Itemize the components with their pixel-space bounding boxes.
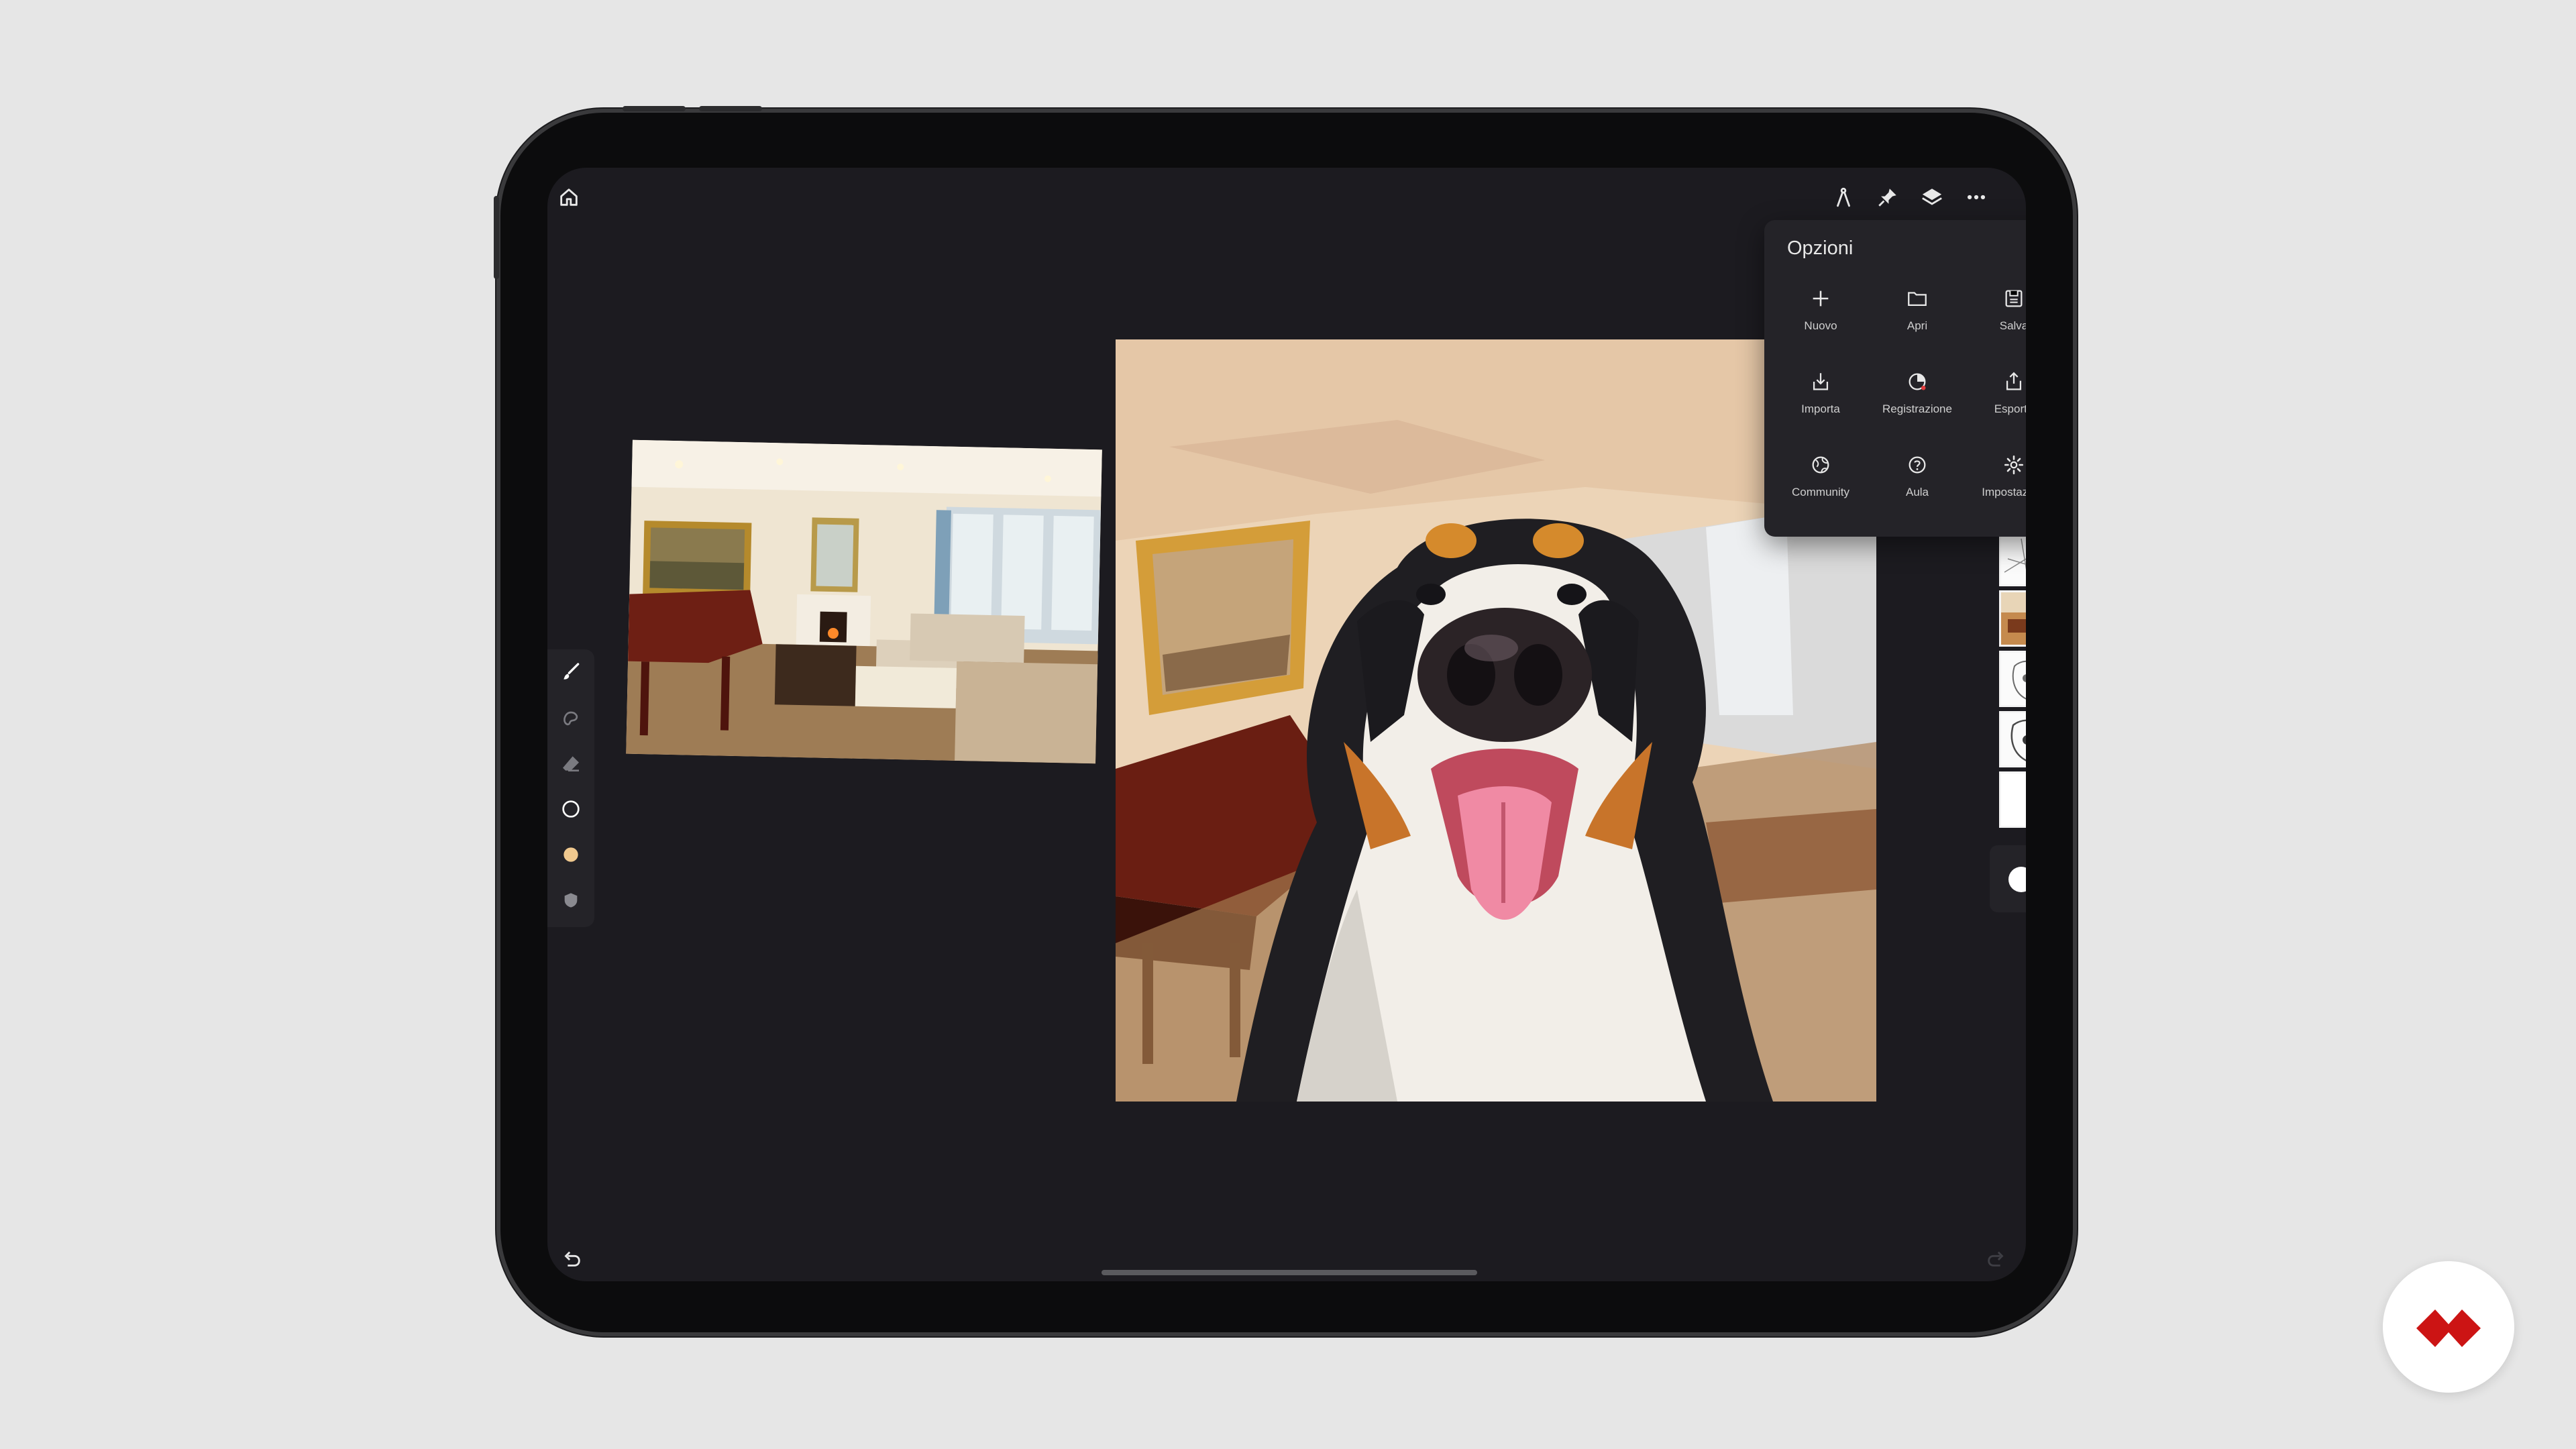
circle-tool-icon[interactable] — [556, 794, 586, 824]
ipad-frame: Opzioni Nuovo Apri Salva Importa Registr… — [494, 106, 2077, 1336]
layers-icon[interactable] — [1917, 182, 1947, 212]
folder-icon — [1908, 292, 1927, 307]
undo-icon[interactable] — [557, 1245, 586, 1275]
pin-icon[interactable] — [1873, 182, 1902, 212]
menu-item-importa[interactable]: Importa — [1774, 368, 1868, 437]
layer-thumb[interactable] — [1999, 530, 2026, 586]
options-menu: Opzioni Nuovo Apri Salva Importa Registr… — [1764, 220, 2026, 537]
import-icon — [1813, 373, 1829, 390]
menu-item-label: Importa — [1801, 402, 1840, 415]
volume-button — [699, 106, 762, 111]
menu-item-community[interactable]: Community — [1774, 451, 1868, 521]
export-icon — [2006, 372, 2022, 390]
redo-icon[interactable] — [1982, 1245, 2011, 1275]
left-toolbar — [547, 649, 594, 927]
app-screen: Opzioni Nuovo Apri Salva Importa Registr… — [547, 168, 2026, 1281]
menu-item-label: Registrazione — [1882, 402, 1952, 415]
layer-thumb[interactable] — [1999, 651, 2026, 707]
eraser-icon[interactable] — [556, 749, 586, 778]
home-icon[interactable] — [554, 182, 584, 212]
menu-item-label: Nuovo — [1804, 319, 1837, 332]
menu-item-label: Esporta — [1994, 402, 2026, 415]
brush-icon[interactable] — [556, 657, 586, 687]
options-menu-title: Opzioni — [1787, 237, 1854, 259]
layer-thumb[interactable] — [1999, 590, 2026, 647]
menu-item-apri[interactable]: Apri — [1870, 284, 1964, 354]
plus-icon — [1813, 290, 1829, 307]
menu-item-registrazione[interactable]: Registrazione — [1870, 368, 1964, 437]
menu-item-label: Aula — [1905, 486, 1929, 498]
menu-item-label: Salva — [1999, 319, 2026, 332]
color-swatch-icon[interactable] — [556, 840, 586, 869]
brand-logo — [2383, 1261, 2514, 1393]
home-indicator[interactable] — [1102, 1270, 1477, 1275]
shield-icon[interactable] — [556, 885, 586, 915]
menu-item-salva[interactable]: Salva — [1967, 284, 2026, 354]
menu-item-aula[interactable]: Aula — [1870, 451, 1964, 521]
painting-canvas[interactable] — [1116, 339, 1876, 1102]
current-color-dot — [2008, 867, 2026, 892]
menu-item-label: Apri — [1907, 319, 1928, 332]
layer-thumb[interactable] — [1999, 771, 2026, 828]
record-icon — [1909, 373, 1926, 390]
current-color-well[interactable] — [1990, 845, 2026, 912]
reference-photo[interactable] — [626, 439, 1102, 764]
layer-thumb[interactable] — [1999, 711, 2026, 767]
help-icon — [1909, 456, 1926, 474]
menu-item-esporta[interactable]: Esporta — [1967, 368, 2026, 437]
save-icon — [2005, 290, 2023, 307]
volume-button — [623, 106, 686, 111]
more-icon[interactable] — [1962, 182, 1991, 212]
brand-logo-icon — [2416, 1309, 2481, 1347]
compass-icon[interactable] — [1829, 182, 1858, 212]
globe-icon — [1812, 456, 1829, 474]
smudge-icon[interactable] — [556, 703, 586, 733]
menu-item-nuovo[interactable]: Nuovo — [1774, 284, 1868, 354]
menu-item-label: Impostazioni — [1982, 486, 2026, 498]
menu-item-label: Community — [1792, 486, 1849, 498]
side-button — [494, 196, 499, 279]
gear-icon — [2004, 455, 2024, 475]
menu-item-impostazioni[interactable]: Impostazioni — [1967, 451, 2026, 521]
